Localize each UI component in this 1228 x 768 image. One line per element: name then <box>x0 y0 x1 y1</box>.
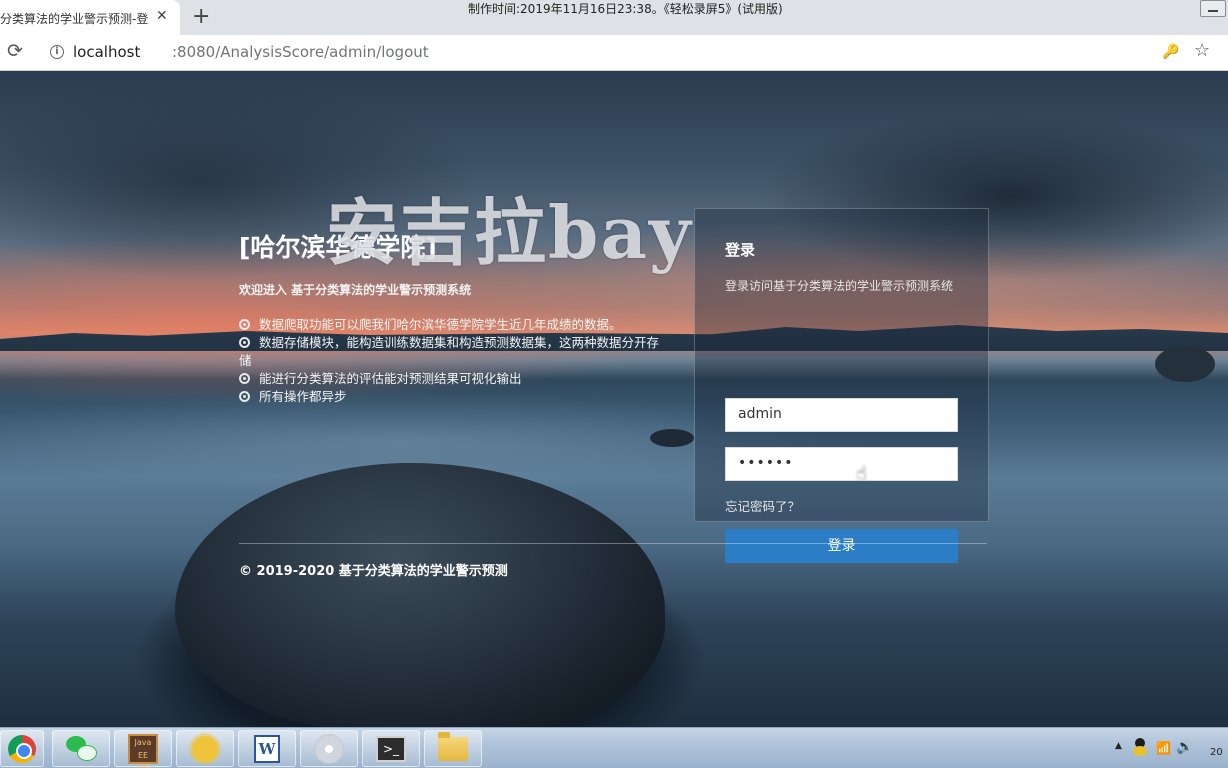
taskbar-java-ide[interactable]: Java EE IDE <box>114 730 172 768</box>
taskbar-cmd[interactable]: >_ <box>362 730 420 767</box>
password-input[interactable]: •••••• <box>725 447 958 481</box>
wechat-icon <box>66 735 97 762</box>
forgot-password-link[interactable]: 忘记密码了？ <box>725 496 800 515</box>
tab-title: 分类算法的学业警示预测-登 <box>0 12 148 26</box>
browser-toolbar: ⟳ i localhost :8080/AnalysisScore/admin/… <box>0 35 1228 71</box>
java-ide-icon: Java EE IDE <box>128 733 158 768</box>
login-subtitle: 登录访问基于分类算法的学业警示预测系统 <box>725 279 954 293</box>
system-tray: ▲ 📶 🔊 20 <box>1112 728 1228 768</box>
word-icon: W <box>254 734 280 763</box>
chrome-icon <box>8 734 36 763</box>
background-rock <box>1155 346 1215 382</box>
taskbar-wechat[interactable] <box>52 730 110 767</box>
feature-item: 数据存储模块，能构造训练数据集和构造预测数据集，这两种数据分开存储 <box>239 335 660 368</box>
taskbar-disc[interactable] <box>300 730 358 767</box>
network-icon[interactable]: 📶 <box>1156 741 1171 755</box>
qq-icon[interactable] <box>1132 738 1148 758</box>
windows-taskbar: Java EE IDE W >_ ▲ 📶 🔊 20 <box>0 727 1228 768</box>
welcome-text: 欢迎进入 基于分类算法的学业警示预测系统 <box>239 283 472 297</box>
login-page: [哈尔滨华德学院] 安吉拉bay 欢迎进入 基于分类算法的学业警示预测系统 数据… <box>0 71 1228 727</box>
mouse-pointer-icon: ☝ <box>856 463 867 484</box>
bookmark-star-icon[interactable]: ☆ <box>1194 40 1210 61</box>
footer-divider <box>239 543 987 544</box>
feature-item: 所有操作都异步 <box>239 388 669 406</box>
browser-tab[interactable]: 分类算法的学业警示预测-登 ✕ <box>0 0 180 35</box>
tab-close-icon[interactable]: ✕ <box>156 8 168 24</box>
sun-app-icon <box>192 735 218 762</box>
volume-icon[interactable]: 🔊 <box>1176 739 1193 755</box>
clock[interactable]: 20 <box>1210 747 1223 758</box>
feature-item: 能进行分类算法的评估能对预测结果可视化输出 <box>239 370 669 388</box>
taskbar-word[interactable]: W <box>238 730 296 767</box>
address-bar-path[interactable]: :8080/AnalysisScore/admin/logout <box>172 43 429 61</box>
taskbar-chrome[interactable] <box>0 730 44 767</box>
bullet-icon <box>239 319 250 330</box>
watermark: 安吉拉bay <box>326 190 693 275</box>
key-icon[interactable]: 🔑 <box>1162 44 1179 60</box>
bullet-icon <box>239 391 250 402</box>
login-button[interactable]: 登录 <box>725 529 958 563</box>
cmd-icon: >_ <box>376 735 406 762</box>
login-title: 登录 <box>725 241 756 259</box>
window-minimize-button[interactable] <box>1200 0 1226 17</box>
new-tab-button[interactable]: + <box>192 4 210 29</box>
screen-recorder-note: 制作时间:2019年11月16日23:38。《轻松录屏5》(试用版) <box>468 2 783 16</box>
taskbar-sun-app[interactable] <box>176 730 234 767</box>
taskbar-explorer[interactable] <box>424 730 482 767</box>
username-input[interactable]: admin <box>725 398 958 432</box>
copyright-text: © 2019-2020 基于分类算法的学业警示预测 <box>239 564 508 579</box>
background-rock <box>650 429 694 447</box>
browser-tabbar: 分类算法的学业警示预测-登 ✕ + 制作时间:2019年11月16日23:38。… <box>0 0 1228 35</box>
bullet-icon <box>239 337 250 348</box>
login-panel: 登录 登录访问基于分类算法的学业警示预测系统 admin •••••• 忘记密码… <box>694 208 989 563</box>
bullet-icon <box>239 373 250 384</box>
explorer-icon <box>438 731 468 761</box>
site-info-icon[interactable]: i <box>50 45 64 59</box>
feature-list: 数据爬取功能可以爬我们哈尔滨华德学院学生近几年成绩的数据。 数据存储模块，能构造… <box>239 316 669 406</box>
address-bar-host[interactable]: localhost <box>73 43 140 61</box>
reload-icon[interactable]: ⟳ <box>7 40 23 62</box>
feature-item: 数据爬取功能可以爬我们哈尔滨华德学院学生近几年成绩的数据。 <box>239 316 669 334</box>
disc-icon <box>314 733 344 764</box>
tray-expand-icon[interactable]: ▲ <box>1115 741 1122 751</box>
